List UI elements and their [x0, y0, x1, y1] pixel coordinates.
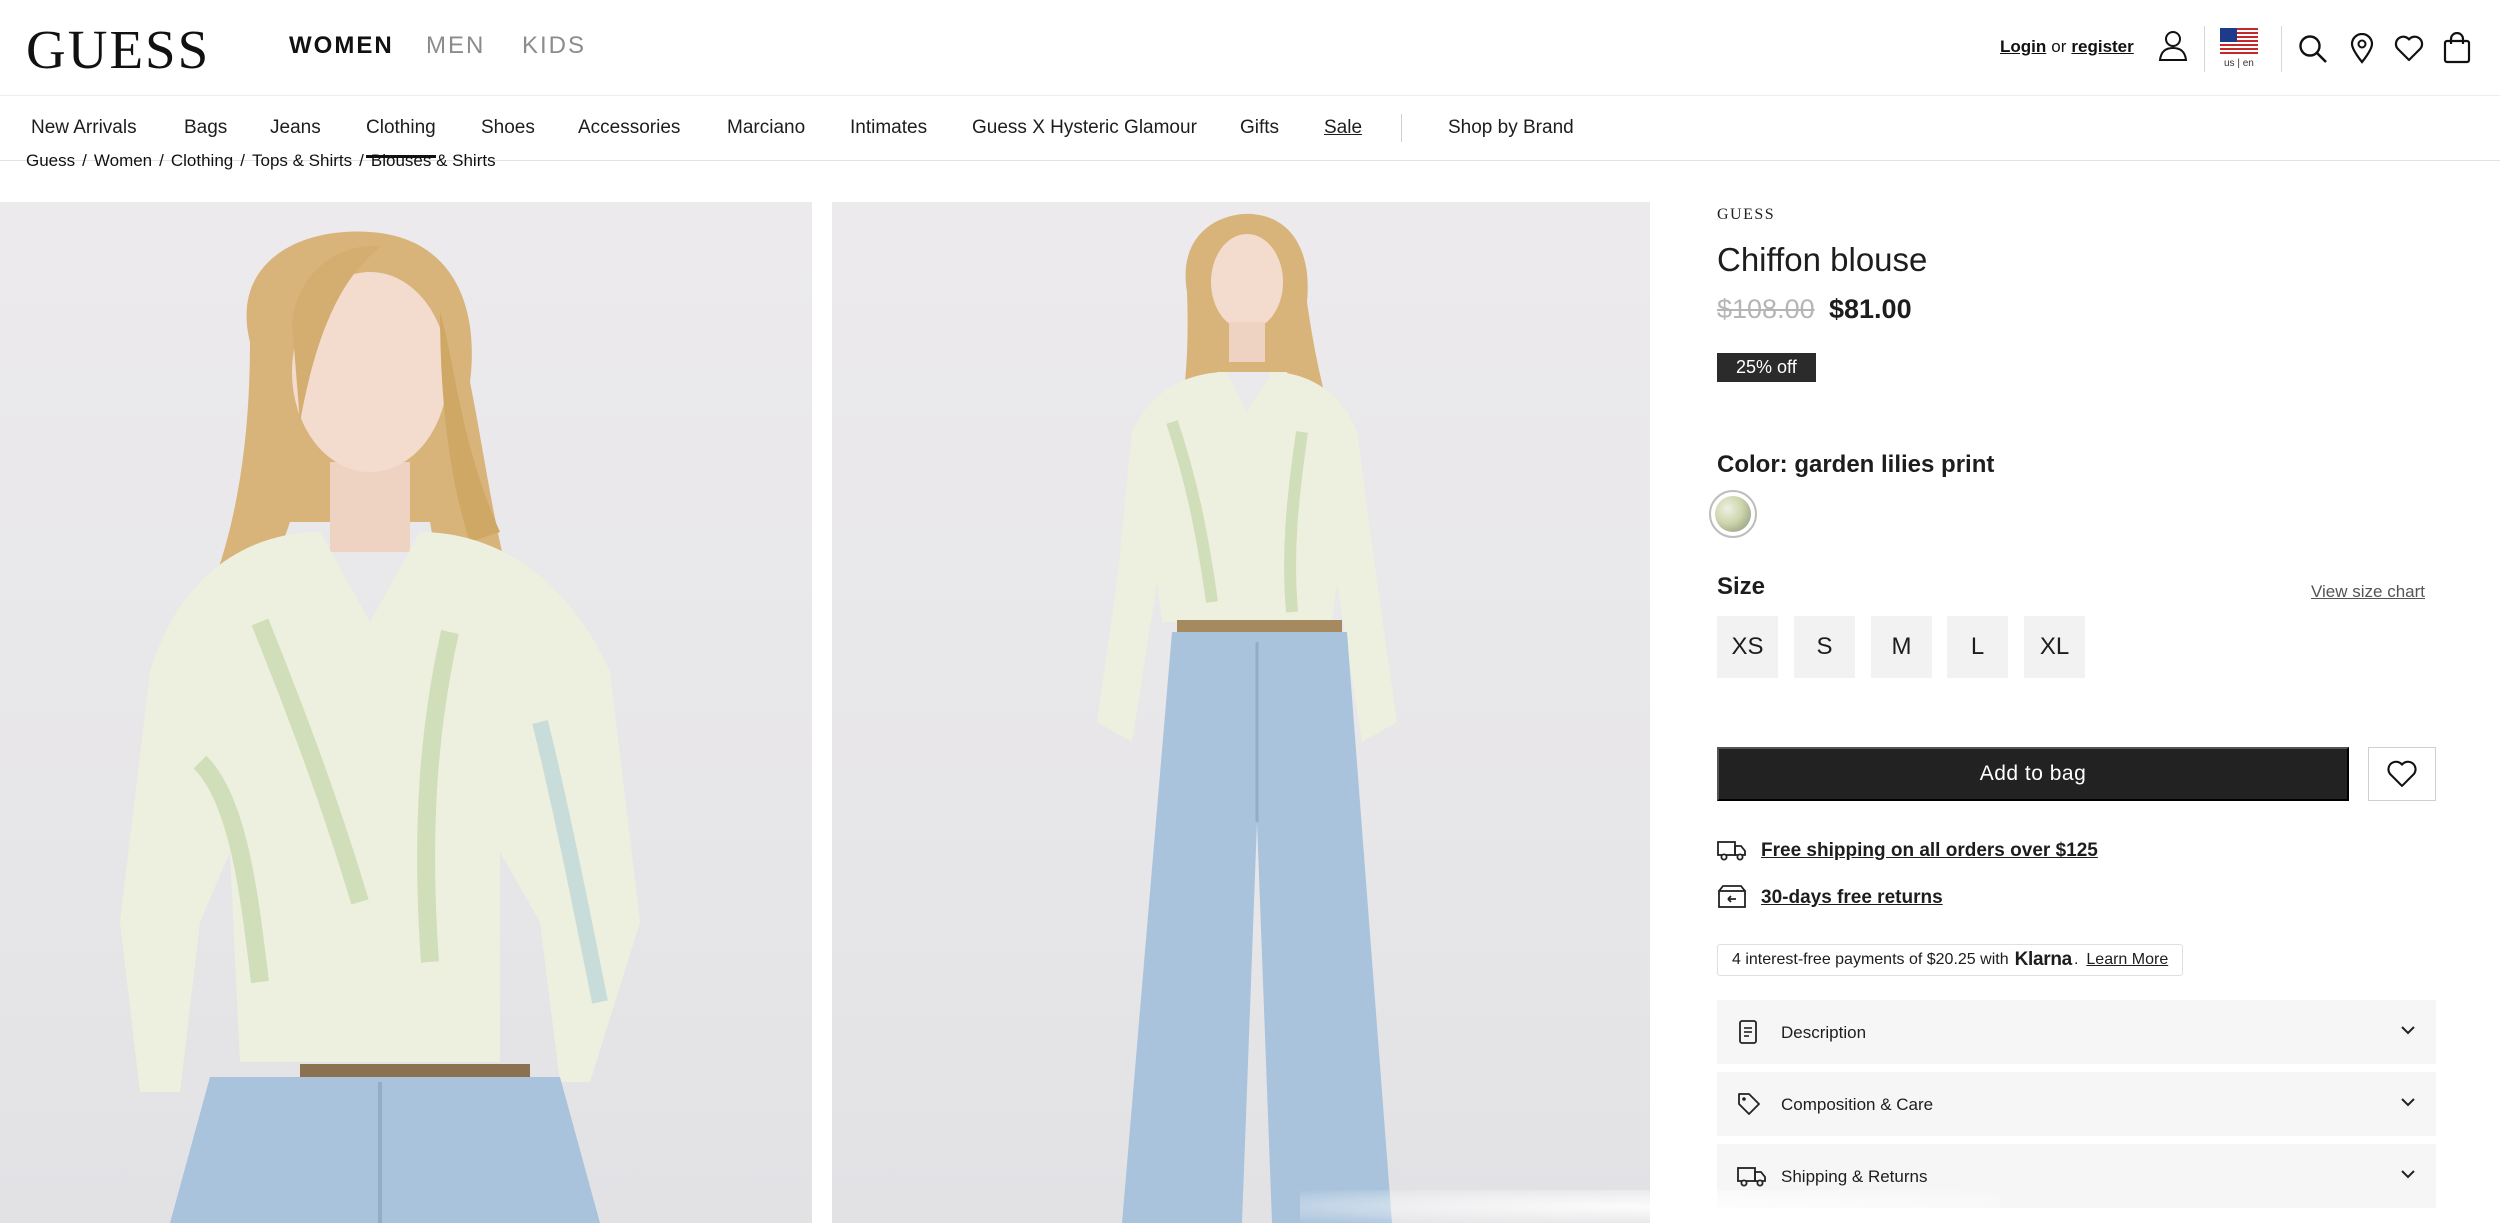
free-shipping-link[interactable]: Free shipping on all orders over $125 [1761, 840, 2098, 861]
breadcrumb-item[interactable]: Women [94, 151, 152, 170]
dept-men[interactable]: MEN [426, 34, 485, 58]
free-returns-link[interactable]: 30-days free returns [1761, 887, 1943, 908]
breadcrumb-item[interactable]: Clothing [171, 151, 233, 170]
breadcrumb-separator: / [82, 151, 87, 170]
nav-sale[interactable]: Sale [1324, 118, 1362, 137]
breadcrumb-separator: / [359, 151, 364, 170]
product-image-2[interactable] [832, 202, 1650, 1223]
size-option-s[interactable]: S [1794, 616, 1855, 678]
accordion-label: Description [1781, 1023, 1867, 1042]
klarna-logo: Klarna [2014, 949, 2073, 970]
accordion-label: Shipping & Returns [1781, 1167, 1928, 1186]
locale-label: us | en [2224, 58, 2254, 69]
search-icon[interactable] [2298, 34, 2328, 64]
header-divider [2204, 26, 2205, 72]
chevron-down-icon [2401, 1098, 2415, 1107]
accordion-label: Composition & Care [1781, 1095, 1934, 1114]
nav-marciano[interactable]: Marciano [727, 118, 805, 137]
store-locator-icon[interactable] [2350, 33, 2374, 64]
nav-guess-x-hysteric-glamour[interactable]: Guess X Hysteric Glamour [972, 118, 1197, 137]
size-option-l[interactable]: L [1947, 616, 2008, 678]
breadcrumb-item[interactable]: Tops & Shirts [252, 151, 352, 170]
price-sale: $81.00 [1829, 294, 1912, 324]
nav-jeans[interactable]: Jeans [270, 118, 321, 137]
color-swatch-garden-lilies[interactable] [1709, 490, 1757, 538]
us-flag-icon [2220, 28, 2258, 54]
view-size-chart-link[interactable]: View size chart [2311, 582, 2425, 602]
price-original: $108.00 [1717, 294, 1815, 324]
accordion-description[interactable]: Description [1717, 1000, 2436, 1064]
auth-or-text: or [2051, 37, 2067, 56]
chevron-down-icon [2401, 1026, 2415, 1035]
nav-shop-by-brand[interactable]: Shop by Brand [1448, 118, 1574, 137]
product-brand: GUESS [1717, 206, 1776, 223]
document-icon [1739, 1020, 1757, 1044]
size-option-xl[interactable]: XL [2024, 616, 2085, 678]
guess-logo[interactable]: GUESS [26, 22, 210, 77]
dept-women[interactable]: WOMEN [289, 34, 394, 58]
nav-gifts[interactable]: Gifts [1240, 118, 1279, 137]
breadcrumb-item[interactable]: Guess [26, 151, 75, 170]
color-swatch-fill [1715, 496, 1751, 532]
top-header: GUESS WOMEN MEN KIDS Login or register us … [0, 0, 2500, 95]
model-fullbody-illustration [1097, 213, 1397, 1223]
auth-links: Login or register [2000, 38, 2134, 55]
tag-icon [1738, 1093, 1760, 1115]
breadcrumb-separator: / [240, 151, 245, 170]
heart-icon[interactable] [2394, 35, 2424, 62]
klarna-banner: 4 interest-free payments of $20.25 with … [1717, 944, 2184, 976]
nav-shoes[interactable]: Shoes [481, 118, 535, 137]
login-link[interactable]: Login [2000, 37, 2046, 56]
nav-divider [1401, 114, 1402, 142]
bottom-fade-overlay [1300, 1190, 2000, 1223]
add-to-bag-button[interactable]: Add to bag [1717, 747, 2349, 801]
add-to-wishlist-button[interactable] [2368, 747, 2436, 801]
perk-free-returns: 30-days free returns [1717, 885, 1943, 909]
shipping-truck-icon [1737, 1167, 1766, 1187]
product-title: Chiffon blouse [1717, 241, 1928, 278]
klarna-text: 4 interest-free payments of $20.25 with [1732, 951, 2009, 968]
nav-clothing[interactable]: Clothing [366, 118, 436, 158]
heart-icon [2387, 760, 2417, 787]
breadcrumb: Guess / Women / Clothing / Tops & Shirts / Blous… [26, 152, 496, 169]
register-link[interactable]: register [2071, 37, 2133, 56]
chevron-down-icon [2401, 1170, 2415, 1179]
returns-box-icon [1718, 885, 1746, 908]
klarna-learn-more-link[interactable]: Learn More [2086, 951, 2168, 969]
locale-selector[interactable]: us | en [2220, 28, 2260, 72]
truck-icon [1717, 841, 1746, 861]
breadcrumb-item[interactable]: Blouses & Shirts [371, 151, 496, 170]
nav-intimates[interactable]: Intimates [850, 118, 927, 137]
nav-new-arrivals[interactable]: New Arrivals [31, 118, 137, 137]
size-label: Size [1717, 573, 1766, 600]
color-label: Color: garden lilies print [1717, 451, 1995, 478]
user-icon[interactable] [2158, 30, 2188, 62]
accordion-composition-care[interactable]: Composition & Care [1717, 1072, 2436, 1136]
perk-free-shipping: Free shipping on all orders over $125 [1717, 840, 2098, 862]
nav-bags[interactable]: Bags [184, 118, 227, 137]
product-image-1[interactable] [0, 202, 812, 1223]
discount-badge: 25% off [1717, 353, 1816, 382]
dept-kids[interactable]: KIDS [522, 34, 586, 58]
breadcrumb-separator: / [159, 151, 164, 170]
nav-accessories[interactable]: Accessories [578, 118, 680, 137]
size-option-m[interactable]: M [1871, 616, 1932, 678]
bag-icon[interactable] [2443, 32, 2471, 64]
header-divider [2281, 26, 2282, 72]
model-closeup-illustration [120, 231, 640, 1223]
size-option-xs[interactable]: XS [1717, 616, 1778, 678]
